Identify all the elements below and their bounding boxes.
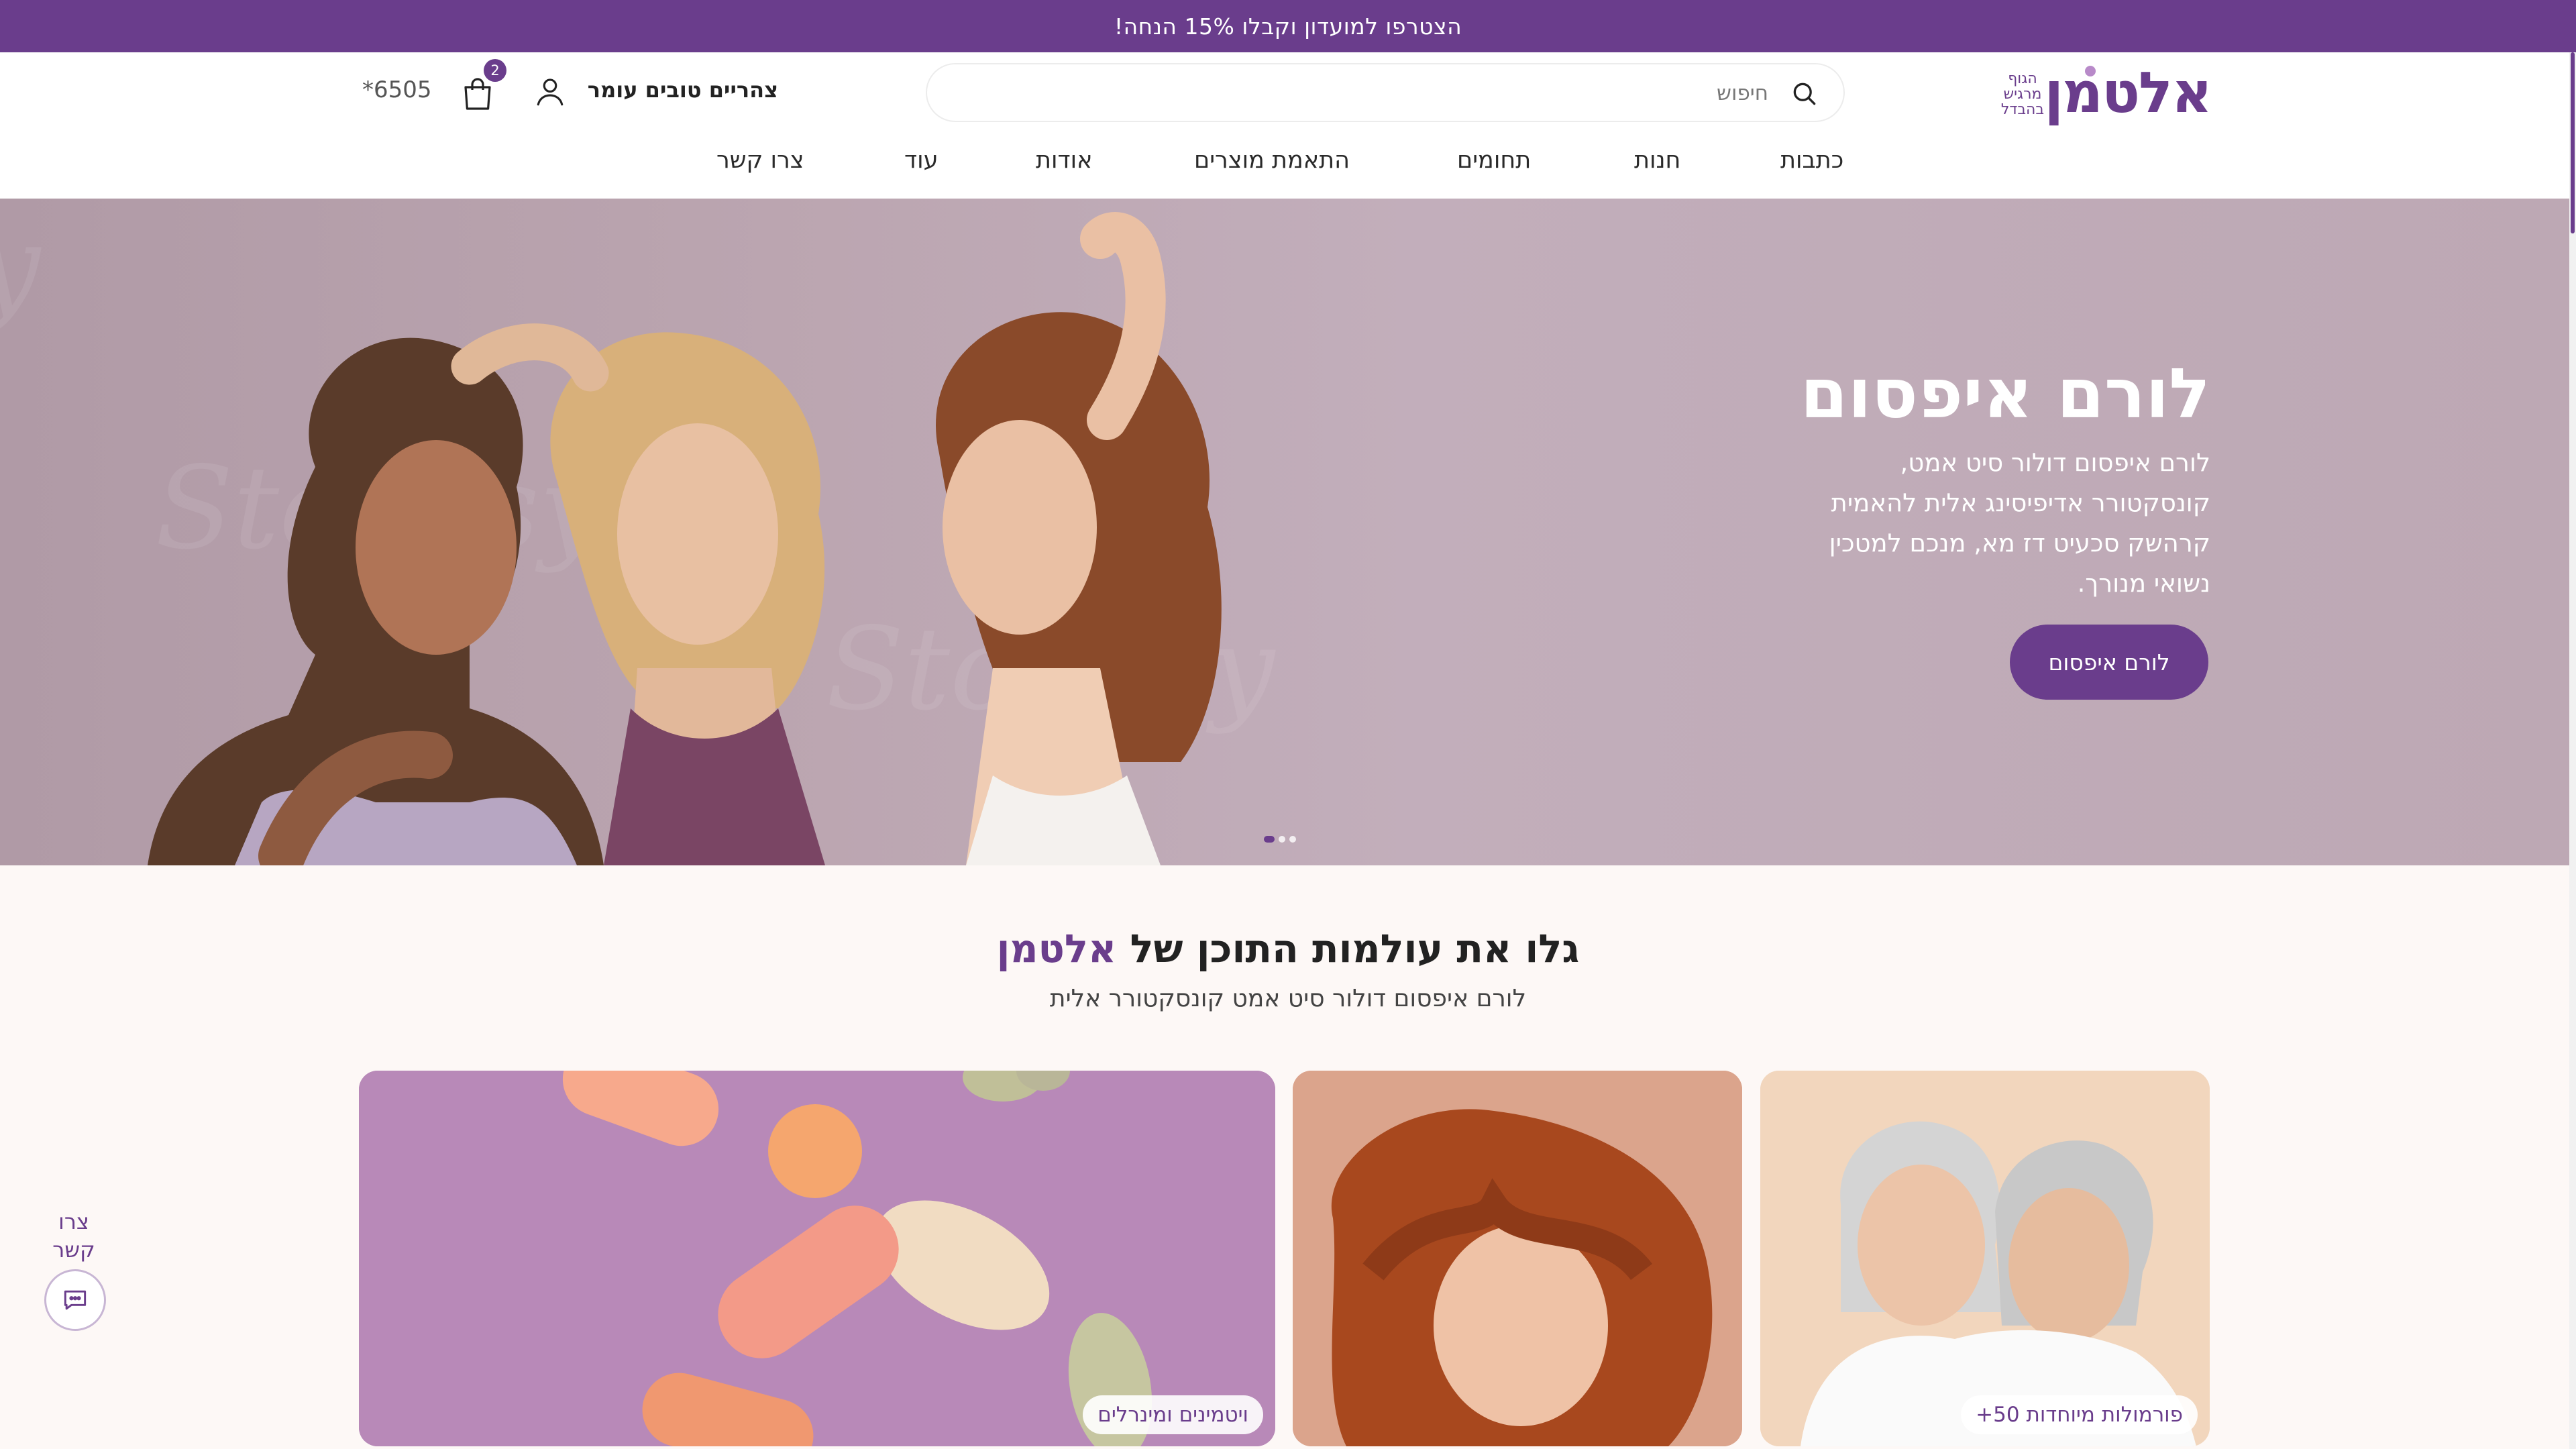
logo-tagline: הגוף מרגיש בהבדל: [2000, 70, 2045, 118]
floating-contact-label[interactable]: צרו קשר: [47, 1208, 101, 1264]
carousel-dot-1[interactable]: [1264, 836, 1275, 843]
cart-button[interactable]: 2: [460, 59, 506, 114]
carousel-dot-2[interactable]: [1279, 836, 1285, 843]
section-title: גלו את עולמות התוכן של אלטמן: [805, 926, 1771, 971]
nav-item-more[interactable]: עוד: [904, 147, 938, 184]
floating-chat-button[interactable]: [44, 1269, 106, 1331]
cart-count-badge: 2: [484, 59, 506, 82]
scrollbar-thumb[interactable]: [2571, 52, 2575, 233]
search-icon[interactable]: [1790, 79, 1819, 109]
search-input[interactable]: [1030, 76, 1768, 110]
nav-item-articles[interactable]: כתבות: [1780, 147, 1843, 184]
logo-dot: [2085, 66, 2096, 76]
main-nav: כתבות חנות תחומים התאמת מוצרים אודות עוד…: [0, 144, 2569, 198]
hero-cta-button[interactable]: לורם איפסום: [2010, 625, 2208, 700]
user-greeting[interactable]: צהריים טובים עומר: [588, 77, 778, 107]
nav-item-shop[interactable]: חנות: [1634, 147, 1680, 184]
nav-item-about[interactable]: אודות: [1036, 147, 1093, 184]
card-tag: פורמולות מיוחדות 50+: [1961, 1395, 2198, 1434]
user-icon[interactable]: [533, 74, 567, 109]
nav-item-contact[interactable]: צרו קשר: [716, 147, 804, 184]
card-image-older-women: [1760, 1071, 2210, 1446]
watermark-text: Stocksy: [0, 201, 42, 333]
hero-description: לורם איפסום דולור סיט אמט, קונסקטורר אדי…: [1829, 448, 2210, 598]
nav-item-product-match[interactable]: התאמת מוצרים: [1194, 147, 1350, 184]
promo-text: הצטרפו למועדון וקבלו 15% הנחה!: [1114, 13, 1462, 40]
card-image-pills: [359, 1071, 1275, 1446]
hero-image-three-women: Stocksy Stocksy Stocksy: [0, 201, 1276, 865]
category-card-hair[interactable]: [1293, 1071, 1742, 1446]
category-card-vitamins[interactable]: ויטמינים ומינרלים: [359, 1071, 1275, 1446]
hero-title: לורם איפסום: [1800, 354, 2210, 434]
section-title-brand: אלטמן: [996, 926, 1117, 971]
nav-item-fields[interactable]: תחומים: [1457, 147, 1531, 184]
hero-banner: Stocksy Stocksy Stocksy לורם איפסום לורם…: [0, 199, 2569, 865]
category-card-50-plus[interactable]: פורמולות מיוחדות 50+: [1760, 1071, 2210, 1446]
carousel-dot-3[interactable]: [1289, 836, 1296, 843]
section-subtitle: לורם איפסום דולור סיט אמט קונסקטורר אלית: [1049, 985, 1527, 1012]
promo-bar: הצטרפו למועדון וקבלו 15% הנחה!: [0, 0, 2576, 52]
page-scrollbar[interactable]: [2569, 52, 2576, 1449]
carousel-dots: [1261, 835, 1301, 844]
search-box[interactable]: [926, 63, 1845, 122]
chat-icon: [64, 1290, 87, 1310]
section-title-text: גלו את עולמות התוכן של: [1130, 926, 1580, 971]
shopping-bag-icon: [464, 78, 491, 110]
phone-number[interactable]: *6505: [362, 76, 443, 106]
logo-wordmark: אלטמן: [2044, 60, 2212, 125]
card-image-red-hair-woman: [1293, 1071, 1742, 1446]
card-tag: ויטמינים ומינרלים: [1083, 1395, 1263, 1434]
